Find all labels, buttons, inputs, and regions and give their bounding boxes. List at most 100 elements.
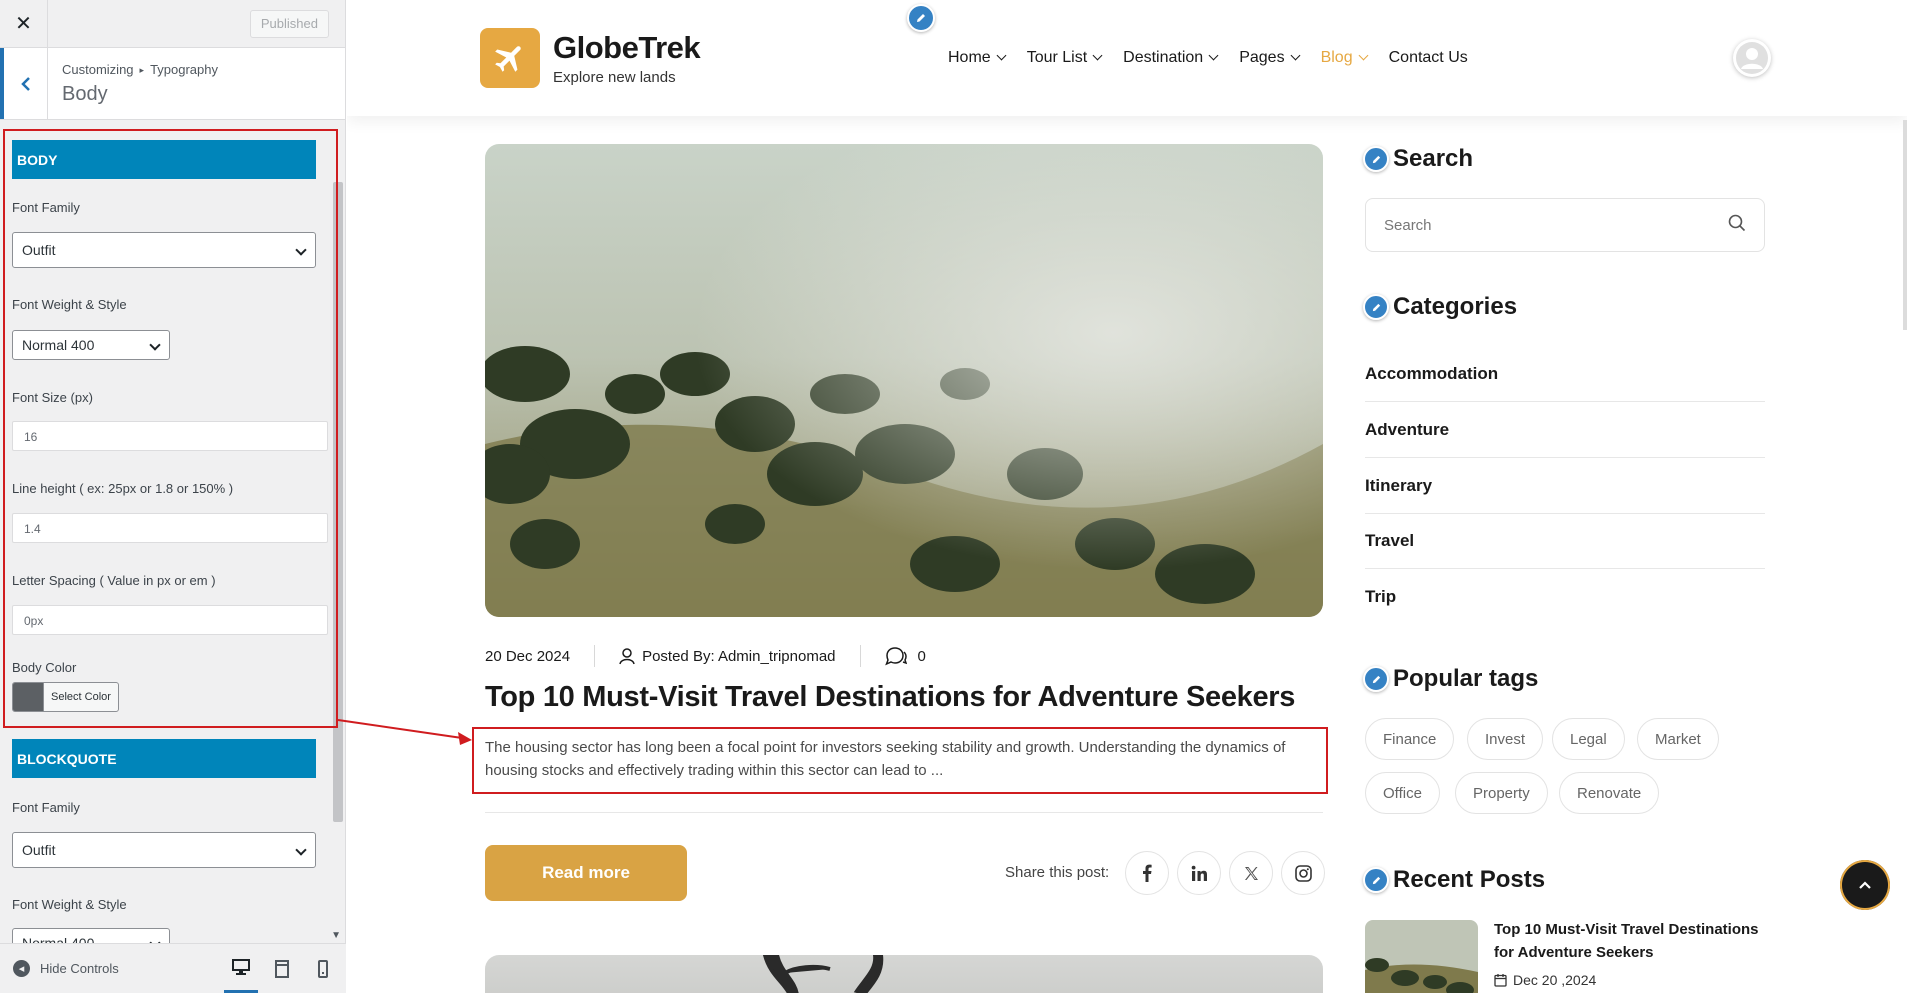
post-meta: 20 Dec 2024 Posted By: Admin_tripnomad 0 xyxy=(485,645,926,667)
category-link[interactable]: Itinerary xyxy=(1365,458,1765,514)
user-avatar-icon[interactable] xyxy=(1733,39,1771,77)
nav-label: Pages xyxy=(1239,49,1285,66)
chevron-down-icon xyxy=(1092,50,1103,60)
chevron-down-icon xyxy=(1290,50,1301,60)
edit-pencil-icon[interactable] xyxy=(1363,294,1389,320)
post-date: 20 Dec 2024 xyxy=(485,647,571,665)
preview-scrollbar[interactable] xyxy=(1903,120,1907,330)
blockquote-font-family-value: Outfit xyxy=(22,842,56,858)
next-post-image[interactable] xyxy=(485,955,1323,993)
desktop-preview-icon[interactable] xyxy=(224,944,258,993)
widget-title-text: Categories xyxy=(1393,293,1518,320)
close-icon[interactable]: ✕ xyxy=(0,0,48,48)
nav-item-pages[interactable]: Pages xyxy=(1239,49,1301,67)
hide-controls-button[interactable]: ◂ Hide Controls xyxy=(13,960,119,977)
customizer-footer: ◂ Hide Controls xyxy=(0,943,346,993)
chevron-down-icon xyxy=(1358,50,1369,60)
nav-item-tour-list[interactable]: Tour List xyxy=(1026,49,1103,67)
tag-pill[interactable]: Market xyxy=(1637,718,1719,760)
recent-post-date-row: Dec 20 ,2024 xyxy=(1494,972,1596,988)
breadcrumb-separator-icon: ▸ xyxy=(139,65,145,75)
meta-divider xyxy=(859,645,861,667)
instagram-icon[interactable] xyxy=(1281,851,1325,895)
nav-label: Tour List xyxy=(1026,49,1088,66)
back-arrow-icon[interactable] xyxy=(0,48,48,119)
blockquote-font-family-label: Font Family xyxy=(12,800,80,815)
user-icon xyxy=(619,647,635,665)
search-placeholder: Search xyxy=(1384,216,1432,234)
edit-pencil-icon[interactable] xyxy=(1363,867,1389,893)
chevron-down-icon xyxy=(295,844,307,856)
chevron-down-icon xyxy=(1208,50,1219,60)
x-icon[interactable] xyxy=(1229,851,1273,895)
logo-plane-icon[interactable] xyxy=(480,28,540,88)
edit-pencil-icon[interactable] xyxy=(907,4,935,32)
calendar-icon xyxy=(1494,973,1507,987)
breadcrumb-item: Typography xyxy=(150,62,218,77)
tag-pill[interactable]: Legal xyxy=(1552,718,1625,760)
published-button[interactable]: Published xyxy=(249,9,329,38)
site-tagline: Explore new lands xyxy=(553,69,676,86)
section-title: Body xyxy=(62,83,108,105)
main-nav: Home Tour List Destination Pages Blog Co… xyxy=(948,49,1490,67)
post-title[interactable]: Top 10 Must-Visit Travel Destinations fo… xyxy=(485,681,1295,714)
chevron-down-icon xyxy=(996,50,1007,60)
mobile-preview-icon[interactable] xyxy=(306,944,340,993)
site-name[interactable]: GlobeTrek xyxy=(553,30,701,66)
comments-icon xyxy=(884,646,907,666)
linkedin-icon[interactable] xyxy=(1177,851,1221,895)
blockquote-group-heading: BLOCKQUOTE xyxy=(12,739,316,778)
widget-title-text: Search xyxy=(1393,145,1474,172)
blockquote-font-weight-select[interactable]: Normal 400 xyxy=(12,928,170,943)
nav-item-destination[interactable]: Destination xyxy=(1123,49,1219,67)
post-featured-image[interactable] xyxy=(485,144,1323,617)
comment-count[interactable]: 0 xyxy=(918,648,926,665)
read-more-button[interactable]: Read more xyxy=(485,845,687,901)
search-input[interactable]: Search xyxy=(1365,198,1765,252)
blockquote-font-family-select[interactable]: Outfit xyxy=(12,832,316,868)
share-label: Share this post: xyxy=(1005,864,1110,881)
chevron-up-icon xyxy=(1859,881,1871,889)
edit-pencil-icon[interactable] xyxy=(1363,666,1389,692)
nav-item-contact-us[interactable]: Contact Us xyxy=(1389,49,1468,67)
category-link[interactable]: Trip xyxy=(1365,569,1765,625)
nav-label: Contact Us xyxy=(1388,49,1468,66)
blockquote-font-weight-value: Normal 400 xyxy=(22,935,95,943)
tag-pill[interactable]: Property xyxy=(1455,772,1548,814)
category-link[interactable]: Adventure xyxy=(1365,402,1765,458)
post-author[interactable]: Posted By: Admin_tripnomad xyxy=(642,648,835,665)
recent-post-date: Dec 20 ,2024 xyxy=(1513,972,1597,988)
tag-pill[interactable]: Renovate xyxy=(1559,772,1660,814)
scroll-to-top-button[interactable] xyxy=(1840,860,1890,910)
tag-pill[interactable]: Invest xyxy=(1467,718,1544,760)
site-header: GlobeTrek Explore new lands Home Tour Li… xyxy=(347,0,1907,116)
tag-pill[interactable]: Finance xyxy=(1365,718,1455,760)
breadcrumb: Customizing ▸ Typography xyxy=(62,62,218,77)
recent-posts-widget-title: Recent Posts xyxy=(1363,866,1546,894)
meta-divider xyxy=(594,645,596,667)
edit-pencil-icon[interactable] xyxy=(1363,146,1389,172)
tag-pill[interactable]: Office xyxy=(1365,772,1440,814)
category-link[interactable]: Accommodation xyxy=(1365,346,1765,402)
search-widget-title: Search xyxy=(1363,145,1474,173)
annotation-highlight-box xyxy=(472,727,1328,794)
nav-item-blog[interactable]: Blog xyxy=(1321,49,1369,67)
customizer-header: ✕ Published xyxy=(0,0,345,48)
breadcrumb-item: Customizing xyxy=(62,62,134,77)
scroll-down-arrow-icon[interactable]: ▼ xyxy=(331,930,341,941)
recent-post-thumbnail[interactable] xyxy=(1365,920,1478,993)
site-preview[interactable]: GlobeTrek Explore new lands Home Tour Li… xyxy=(347,0,1907,993)
nav-label: Destination xyxy=(1123,49,1204,66)
nav-item-home[interactable]: Home xyxy=(948,49,1007,67)
tablet-preview-icon[interactable] xyxy=(265,944,299,993)
tags-widget-title: Popular tags xyxy=(1363,665,1539,693)
category-link[interactable]: Travel xyxy=(1365,513,1765,569)
hide-controls-label: Hide Controls xyxy=(40,961,119,976)
collapse-icon: ◂ xyxy=(13,960,30,977)
widget-title-text: Popular tags xyxy=(1393,665,1539,692)
facebook-icon[interactable] xyxy=(1125,851,1169,895)
search-icon[interactable] xyxy=(1728,214,1746,236)
nav-label: Home xyxy=(948,49,991,66)
widget-title-text: Recent Posts xyxy=(1393,866,1546,893)
recent-post-title[interactable]: Top 10 Must-Visit Travel Destinations fo… xyxy=(1494,918,1769,964)
